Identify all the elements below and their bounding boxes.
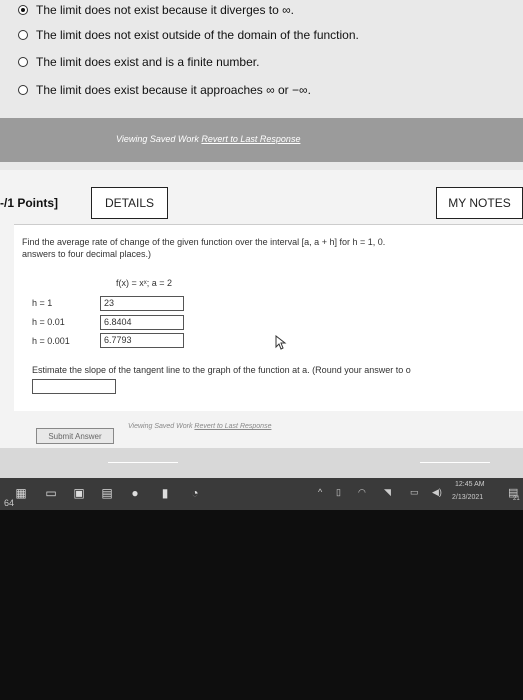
function-definition: f(x) = xˣ; a = 2 (116, 278, 172, 288)
store-icon[interactable]: ▤ (98, 484, 116, 502)
revert-link-bottom[interactable]: Revert to Last Response (194, 423, 271, 430)
h-label-2: h = 0.01 (32, 317, 65, 327)
h-label-1: h = 1 (32, 298, 53, 308)
submit-answer-button[interactable]: Submit Answer (36, 428, 114, 444)
choice-4[interactable]: The limit does exist because it approach… (18, 80, 311, 100)
answer-field-3[interactable]: 6.7793 (100, 333, 184, 348)
wifi-icon[interactable]: ◥ (384, 487, 391, 498)
saved-work-links: Viewing Saved Work Revert to Last Respon… (116, 134, 300, 144)
saved-work-links-bottom: Viewing Saved Work Revert to Last Respon… (128, 423, 271, 430)
details-button[interactable]: DETAILS (91, 187, 168, 219)
estimate-field[interactable] (32, 379, 116, 394)
question-text-line2: answers to four decimal places.) (22, 249, 152, 259)
viewing-saved-work-text: Viewing Saved Work (116, 134, 199, 144)
volume-icon[interactable]: ◀) (432, 487, 442, 498)
choice-1-label: The limit does not exist because it dive… (36, 3, 295, 17)
app-icon[interactable]: ● (126, 484, 144, 502)
notification-count: 21 (513, 496, 520, 502)
choice-2-label: The limit does not exist outside of the … (36, 28, 359, 42)
points-label: -/1 Points] (0, 196, 59, 210)
taskbar-badge: 64 (4, 498, 15, 508)
browser-viewport: The limit does not exist because it dive… (0, 0, 523, 510)
my-notes-button[interactable]: MY NOTES (436, 187, 523, 219)
radio-selected-icon[interactable] (18, 5, 28, 15)
h-label-3: h = 0.001 (32, 336, 70, 346)
keyboard-icon[interactable]: ▭ (410, 487, 419, 498)
choice-2[interactable]: The limit does not exist outside of the … (18, 25, 359, 45)
radio-icon[interactable] (18, 30, 28, 40)
file-explorer-icon[interactable]: ▣ (70, 484, 88, 502)
choice-3[interactable]: The limit does exist and is a finite num… (18, 52, 259, 72)
answer-field-2[interactable]: 6.8404 (100, 315, 184, 330)
question-panel: Find the average rate of change of the g… (14, 224, 523, 411)
browser-icon[interactable]: ◔ (186, 484, 204, 502)
mouse-pointer-icon (275, 335, 287, 350)
choice-3-label: The limit does exist and is a finite num… (36, 55, 260, 69)
page-bottom-strip (0, 448, 523, 478)
app-icon-2[interactable]: ▮ (156, 484, 174, 502)
device-bezel (0, 510, 523, 700)
divider-line (420, 462, 490, 463)
clock-date[interactable]: 2/13/2021 (452, 494, 483, 501)
answer-field-1[interactable]: 23 (100, 296, 184, 311)
task-view-icon[interactable]: ▭ (42, 484, 60, 502)
choice-1[interactable]: The limit does not exist because it dive… (18, 0, 294, 20)
battery-icon[interactable]: ▯ (336, 487, 341, 498)
start-icon[interactable]: ▦ (12, 484, 30, 502)
choice-4-label: The limit does exist because it approach… (36, 83, 311, 97)
clock-time[interactable]: 12:45 AM (455, 481, 485, 488)
viewing-saved-work-text-bottom: Viewing Saved Work (128, 423, 193, 430)
network-icon[interactable]: ◠ (358, 487, 366, 498)
taskbar: ▦ 64 ▭ ▣ ▤ ● ▮ ◔ ^ ▯ ◠ ◥ ▭ ◀) 12:45 AM 2… (0, 478, 523, 510)
question-text-line1: Find the average rate of change of the g… (22, 237, 386, 247)
radio-icon[interactable] (18, 57, 28, 67)
estimate-prompt: Estimate the slope of the tangent line t… (32, 365, 411, 375)
radio-icon[interactable] (18, 85, 28, 95)
revert-link[interactable]: Revert to Last Response (201, 134, 300, 144)
divider-line (108, 462, 178, 463)
chevron-up-icon[interactable]: ^ (318, 487, 322, 497)
